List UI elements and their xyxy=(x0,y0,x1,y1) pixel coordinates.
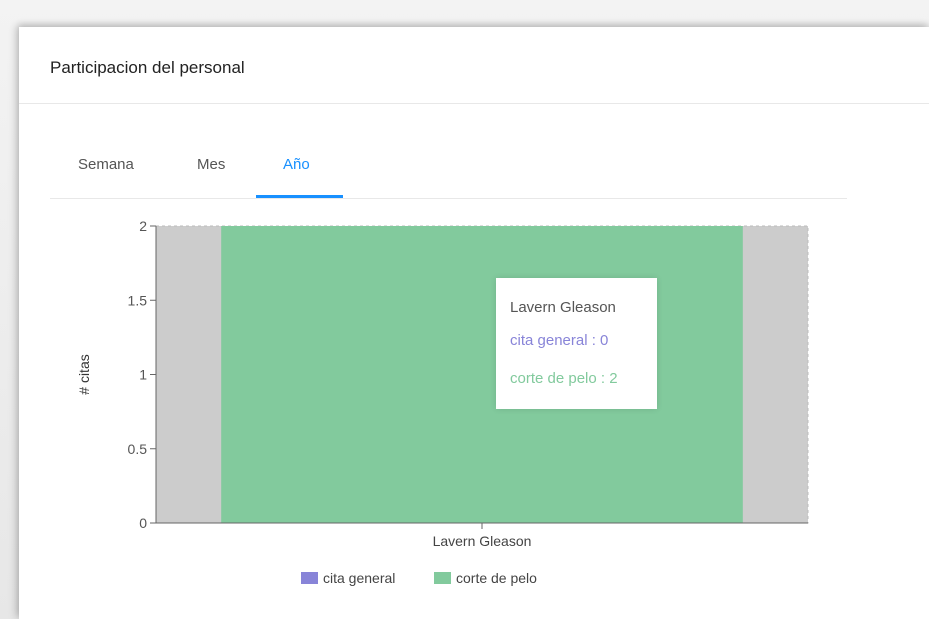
legend-label-cita-general: cita general xyxy=(323,570,396,586)
y-tick-label-3: 1.5 xyxy=(128,292,148,308)
tooltip-cita-general: cita general : 0 xyxy=(510,332,609,349)
y-tick-label-1: 0.5 xyxy=(128,441,148,457)
legend-swatch-corte-de-pelo xyxy=(434,572,451,585)
legend-item-corte-de-pelo[interactable]: corte de pelo xyxy=(434,570,537,586)
y-axis-label: # citas xyxy=(76,354,92,394)
legend-label-corte-de-pelo: corte de pelo xyxy=(456,570,537,586)
appointments-chart: 0 0.5 1 1.5 2 Lavern Gleason # citas xyxy=(76,218,809,549)
legend-swatch-cita-general xyxy=(301,572,318,585)
bar-corte-de-pelo-0 xyxy=(221,226,743,523)
participation-card: Participacion del personal Semana Mes Añ… xyxy=(19,27,929,619)
x-tick-label-0: Lavern Gleason xyxy=(433,533,532,549)
tooltip-corte-de-pelo: corte de pelo : 2 xyxy=(510,370,618,387)
y-tick-label-2: 1 xyxy=(139,367,147,383)
y-tick-label-4: 2 xyxy=(139,218,147,234)
chart-tooltip: Lavern Gleason cita general : 0 corte de… xyxy=(496,278,657,409)
legend-item-cita-general[interactable]: cita general xyxy=(301,570,395,586)
y-tick-label-0: 0 xyxy=(139,515,147,531)
tooltip-title: Lavern Gleason xyxy=(510,299,616,316)
